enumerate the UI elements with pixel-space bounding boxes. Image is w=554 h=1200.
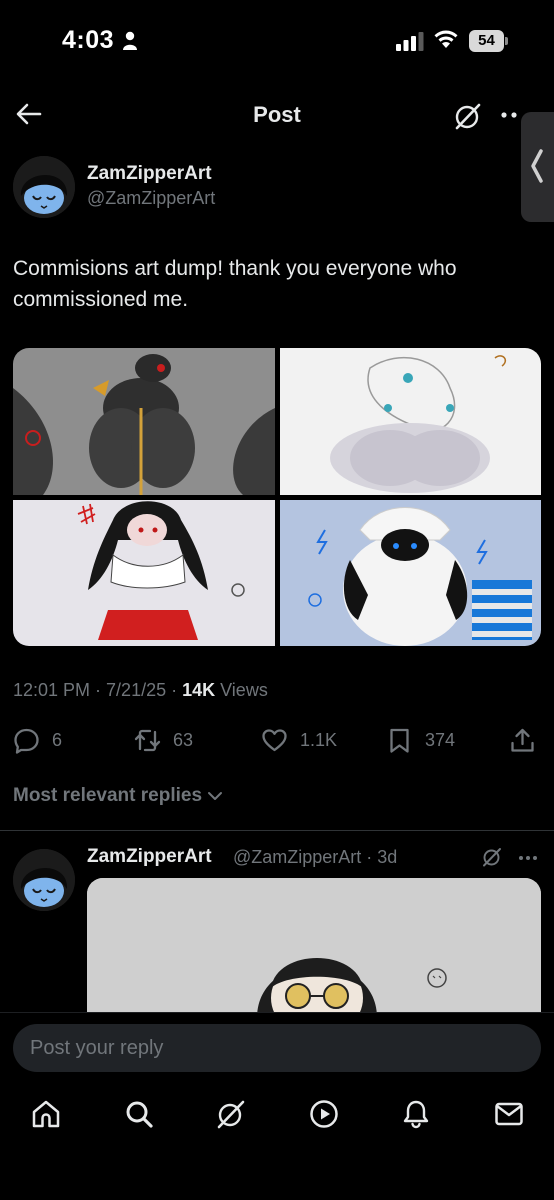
- repost-icon: [134, 729, 161, 751]
- post-timestamp: 12:01 PM · 7/21/25 ·: [13, 680, 183, 700]
- battery-icon: 54: [469, 30, 509, 52]
- nav-video[interactable]: [306, 1096, 342, 1132]
- reply-input[interactable]: [13, 1024, 541, 1072]
- replies-filter-dropdown[interactable]: Most relevant replies: [13, 785, 223, 807]
- chevron-left-icon: [531, 149, 543, 183]
- nav-search[interactable]: [121, 1096, 157, 1132]
- messages-icon: [495, 1102, 523, 1126]
- heart-icon: [262, 728, 287, 751]
- author-name[interactable]: ZamZipperArt: [87, 163, 212, 185]
- reply-author-handle[interactable]: @ZamZipperArt · 3d: [233, 847, 397, 868]
- nav-home[interactable]: [28, 1096, 64, 1132]
- reply-author-name[interactable]: ZamZipperArt: [87, 846, 212, 868]
- reply-icon: [14, 728, 39, 754]
- nav-notifications[interactable]: [398, 1096, 434, 1132]
- media-image-2[interactable]: [280, 348, 541, 495]
- cellular-signal-icon: [396, 32, 424, 51]
- bookmark-icon: [390, 728, 409, 753]
- post-actions: 6 63 1.1K 374: [0, 720, 554, 760]
- bookmark-count: 374: [425, 729, 456, 750]
- status-bar: 4:03 54: [0, 0, 554, 90]
- views-count: 14K: [182, 680, 216, 700]
- grok-icon: [217, 1100, 245, 1129]
- bottom-navigation: [0, 1080, 554, 1200]
- divider: [0, 830, 554, 831]
- author-handle[interactable]: @ZamZipperArt: [87, 188, 215, 209]
- post-meta: 12:01 PM · 7/21/25 · 14K Views: [13, 680, 268, 701]
- more-options-icon[interactable]: [518, 855, 538, 861]
- nav-grok[interactable]: [213, 1096, 249, 1132]
- home-icon: [32, 1100, 60, 1128]
- media-image-3[interactable]: [13, 500, 275, 646]
- views-label: Views: [215, 680, 268, 700]
- bookmark-button[interactable]: 374: [386, 720, 455, 760]
- reply-author-avatar[interactable]: [13, 849, 75, 911]
- post-header: Post: [0, 90, 554, 144]
- grok-icon[interactable]: [452, 100, 484, 132]
- like-button[interactable]: 1.1K: [261, 720, 337, 760]
- media-image-1[interactable]: [13, 348, 275, 495]
- more-options-icon[interactable]: [500, 110, 522, 120]
- share-icon: [511, 728, 534, 752]
- reply-count: 6: [52, 729, 63, 750]
- post-text: Commisions art dump! thank you everyone …: [13, 257, 457, 311]
- grok-icon[interactable]: [481, 846, 503, 868]
- reply-button[interactable]: 6: [13, 720, 62, 760]
- repost-button[interactable]: 63: [134, 720, 193, 760]
- status-time: 4:03: [62, 26, 115, 54]
- author-avatar[interactable]: [13, 156, 75, 218]
- repost-count: 63: [173, 729, 194, 750]
- media-image-4[interactable]: [280, 500, 541, 646]
- media-grid: [13, 348, 541, 646]
- nav-messages[interactable]: [491, 1096, 527, 1132]
- like-count: 1.1K: [300, 729, 338, 750]
- person-icon: [123, 31, 137, 50]
- chevron-down-icon: [208, 792, 223, 800]
- replies-filter-label: Most relevant replies: [13, 785, 203, 806]
- search-icon: [126, 1101, 153, 1128]
- battery-level: 54: [469, 30, 504, 52]
- notifications-icon: [403, 1100, 429, 1129]
- wifi-icon: [434, 30, 458, 48]
- video-icon: [310, 1100, 338, 1128]
- side-panel-handle[interactable]: [521, 112, 554, 222]
- share-button[interactable]: [509, 720, 536, 760]
